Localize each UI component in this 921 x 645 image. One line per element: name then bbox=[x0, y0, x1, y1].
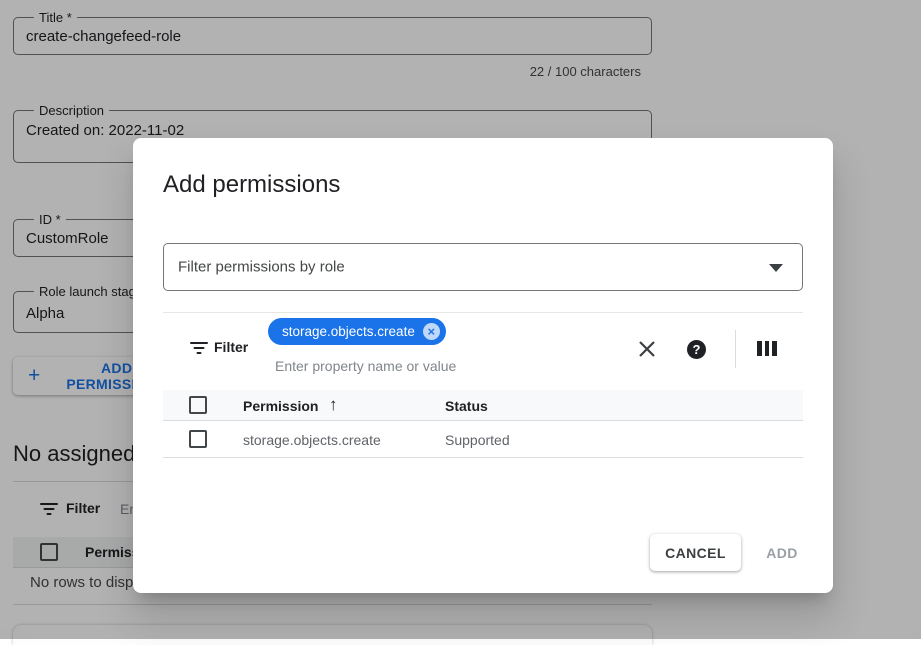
dialog-title: Add permissions bbox=[163, 171, 340, 199]
dialog-select-all-checkbox[interactable] bbox=[189, 396, 207, 414]
filter-chip-label: storage.objects.create bbox=[282, 324, 415, 339]
toolbar-divider bbox=[735, 330, 736, 368]
filter-icon bbox=[190, 342, 208, 355]
permission-column-header[interactable]: Permission bbox=[243, 398, 318, 414]
dialog-filter-input[interactable]: Enter property name or value bbox=[275, 358, 456, 374]
chevron-down-icon bbox=[769, 264, 783, 272]
row-permission-cell: storage.objects.create bbox=[243, 432, 381, 448]
add-permissions-dialog: Add permissions Filter permissions by ro… bbox=[133, 138, 833, 593]
permission-table-row[interactable]: storage.objects.create Supported bbox=[163, 421, 803, 458]
filter-permissions-by-role-select[interactable]: Filter permissions by role bbox=[163, 243, 803, 291]
role-select-placeholder: Filter permissions by role bbox=[178, 259, 345, 276]
add-button[interactable]: ADD bbox=[751, 534, 813, 571]
cancel-button[interactable]: CANCEL bbox=[650, 534, 741, 571]
help-icon[interactable]: ? bbox=[687, 340, 706, 359]
filter-chip[interactable]: storage.objects.create × bbox=[268, 318, 446, 345]
row-checkbox[interactable] bbox=[189, 430, 207, 448]
dialog-filter-label: Filter bbox=[214, 339, 248, 355]
sort-ascending-icon[interactable]: ↑ bbox=[329, 395, 338, 415]
clear-filter-icon[interactable] bbox=[637, 339, 657, 359]
row-status-cell: Supported bbox=[445, 432, 510, 448]
dialog-table-header: Permission ↑ Status bbox=[163, 390, 803, 421]
divider bbox=[163, 312, 803, 313]
chip-close-icon[interactable]: × bbox=[423, 323, 440, 340]
column-display-icon[interactable] bbox=[757, 341, 777, 356]
status-column-header[interactable]: Status bbox=[445, 398, 488, 414]
